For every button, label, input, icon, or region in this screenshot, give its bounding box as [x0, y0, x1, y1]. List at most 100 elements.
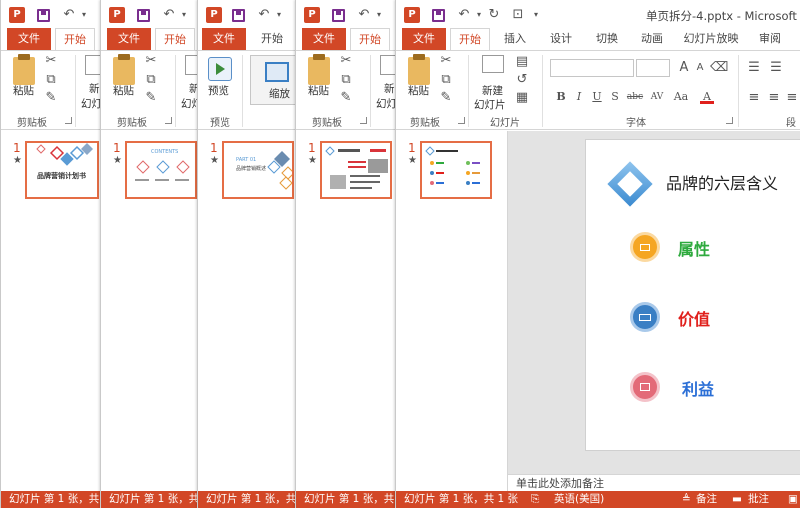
copy-icon[interactable]: ⧉ — [143, 73, 159, 87]
undo-dropdown-icon[interactable]: ▾ — [471, 8, 487, 22]
tab-home[interactable]: 开始 — [155, 28, 195, 50]
tab-transitions[interactable]: 切换 — [588, 28, 626, 50]
redo-icon[interactable]: ↻ — [486, 8, 502, 22]
bullets-icon[interactable]: ☰ — [746, 61, 762, 75]
format-painter-icon[interactable]: ✎ — [43, 91, 59, 105]
underline-button[interactable]: U — [590, 90, 604, 104]
paste-icon[interactable] — [13, 54, 35, 85]
new-slide-icon[interactable] — [85, 55, 101, 75]
save-icon[interactable] — [37, 9, 50, 22]
change-case-button[interactable]: Aa — [672, 90, 690, 104]
clipboard-launcher-icon[interactable] — [360, 117, 367, 124]
status-comments[interactable]: 批注 — [748, 491, 769, 508]
customize-qat-icon[interactable]: ▾ — [528, 8, 544, 22]
status-notes[interactable]: 备注 — [696, 491, 717, 508]
slide-thumbnail[interactable]: 品牌营销计划书 — [25, 141, 99, 199]
copy-icon[interactable]: ⧉ — [338, 73, 354, 87]
normal-view-icon[interactable]: ▣ — [788, 491, 798, 508]
save-icon[interactable] — [137, 9, 150, 22]
slide-thumbnail[interactable]: PART 01 品牌营销概述 — [222, 141, 294, 199]
copy-icon[interactable]: ⧉ — [43, 73, 59, 87]
paste-label[interactable]: 粘贴 — [113, 83, 134, 98]
format-painter-icon[interactable]: ✎ — [143, 91, 159, 105]
new-slide-label-line1[interactable]: 新建 — [482, 83, 503, 98]
format-painter-icon[interactable]: ✎ — [438, 91, 454, 105]
new-slide-label-2[interactable]: 幻灯 — [376, 96, 397, 111]
italic-button[interactable]: I — [572, 90, 586, 104]
tab-file[interactable]: 文件 — [107, 28, 151, 50]
clipboard-launcher-icon[interactable] — [65, 117, 72, 124]
save-icon[interactable] — [432, 9, 445, 22]
grow-font-icon[interactable]: A — [676, 61, 692, 75]
preview-icon[interactable] — [208, 57, 232, 81]
preview-label[interactable]: 预览 — [208, 83, 229, 98]
font-color-button[interactable]: A — [700, 90, 714, 104]
align-right-icon[interactable]: ≡ — [784, 91, 800, 105]
undo-icon[interactable]: ↶ — [356, 8, 372, 22]
tab-slideshow[interactable]: 幻灯片放映 — [680, 28, 742, 50]
tab-file[interactable]: 文件 — [302, 28, 346, 50]
undo-dropdown-icon[interactable]: ▾ — [371, 8, 387, 22]
tab-file[interactable]: 文件 — [402, 28, 446, 50]
tab-insert[interactable]: 插入 — [496, 28, 534, 50]
tab-home[interactable]: 开始 — [55, 28, 95, 50]
paste-label[interactable]: 粘贴 — [13, 83, 34, 98]
font-size-dropdown[interactable] — [636, 59, 670, 77]
font-name-dropdown[interactable] — [550, 59, 634, 77]
tab-animations[interactable]: 动画 — [633, 28, 671, 50]
paste-icon[interactable] — [113, 54, 135, 85]
new-slide-icon[interactable] — [380, 55, 396, 75]
strikethrough-button[interactable]: abc — [624, 90, 646, 104]
new-slide-label[interactable]: 新 — [384, 81, 395, 96]
paste-icon[interactable] — [308, 54, 330, 85]
paste-label[interactable]: 粘贴 — [408, 83, 429, 98]
cut-icon[interactable]: ✂ — [438, 54, 454, 68]
powerpoint-window-1[interactable]: P ↶ ▾ 文件 开始 粘贴 ✂ ⧉ ✎ 剪贴板 新 幻灯 1 ★ 品牌营销计划… — [0, 0, 104, 508]
new-slide-icon[interactable] — [482, 55, 504, 73]
slide-thumbnail[interactable] — [320, 141, 392, 199]
paste-icon[interactable] — [408, 54, 430, 85]
slide-canvas[interactable]: 品牌的六层含义 属性 价值 利益 — [585, 139, 800, 451]
comments-icon[interactable]: ▬ — [732, 491, 742, 508]
undo-dropdown-icon[interactable]: ▾ — [76, 8, 92, 22]
tab-home[interactable]: 开始 — [350, 28, 390, 50]
undo-icon[interactable]: ↶ — [61, 8, 77, 22]
section-icon[interactable]: ▦ — [514, 91, 530, 105]
shadow-button[interactable]: S — [608, 90, 622, 104]
tab-home[interactable]: 开始 — [252, 28, 292, 50]
bold-button[interactable]: B — [554, 90, 568, 104]
powerpoint-window-2[interactable]: P ↶ ▾ 文件 开始 粘贴 ✂ ⧉ ✎ 剪贴板 新 幻灯 1 ★ CONTEN… — [100, 0, 204, 508]
copy-icon[interactable]: ⧉ — [438, 73, 454, 87]
format-painter-icon[interactable]: ✎ — [338, 91, 354, 105]
tab-file[interactable]: 文件 — [7, 28, 51, 50]
clear-formatting-icon[interactable]: ⌫ — [710, 61, 728, 75]
clipboard-launcher-icon[interactable] — [458, 117, 465, 124]
save-icon[interactable] — [332, 9, 345, 22]
reset-icon[interactable]: ↺ — [514, 73, 530, 87]
new-slide-label[interactable]: 新 — [89, 81, 100, 96]
font-launcher-icon[interactable] — [726, 117, 733, 124]
align-center-icon[interactable]: ≡ — [766, 91, 782, 105]
undo-icon[interactable]: ↶ — [456, 8, 472, 22]
notes-toggle-icon[interactable]: ≜ — [682, 491, 691, 508]
powerpoint-window-4[interactable]: P ↶ ▾ 文件 开始 粘贴 ✂ ⧉ ✎ 剪贴板 新 幻灯 1 ★ 幻灯片 第 … — [295, 0, 399, 508]
cut-icon[interactable]: ✂ — [338, 54, 354, 68]
undo-icon[interactable]: ↶ — [256, 8, 272, 22]
zoom-button[interactable]: 缩放 — [250, 55, 301, 105]
new-slide-label-line2[interactable]: 幻灯片 — [474, 97, 506, 112]
notes-pane[interactable]: 单击此处添加备注 — [508, 474, 800, 491]
paste-label[interactable]: 粘贴 — [308, 83, 329, 98]
slide-thumbnail[interactable]: CONTENTS — [125, 141, 197, 199]
numbering-icon[interactable]: ☰ — [768, 61, 784, 75]
save-icon[interactable] — [232, 9, 245, 22]
layout-icon[interactable]: ▤ — [514, 55, 530, 69]
shrink-font-icon[interactable]: A — [692, 61, 708, 75]
start-from-beginning-icon[interactable]: ⊡ — [510, 8, 526, 22]
cut-icon[interactable]: ✂ — [43, 54, 59, 68]
tab-file[interactable]: 文件 — [202, 28, 246, 50]
tab-home[interactable]: 开始 — [450, 28, 490, 50]
new-slide-label-2[interactable]: 幻灯 — [81, 96, 102, 111]
cut-icon[interactable]: ✂ — [143, 54, 159, 68]
tab-design[interactable]: 设计 — [542, 28, 580, 50]
powerpoint-window-3[interactable]: P ↶ ▾ 文件 开始 预览 预览 缩放 1 ★ PART 01 品牌营销概述 — [197, 0, 301, 508]
